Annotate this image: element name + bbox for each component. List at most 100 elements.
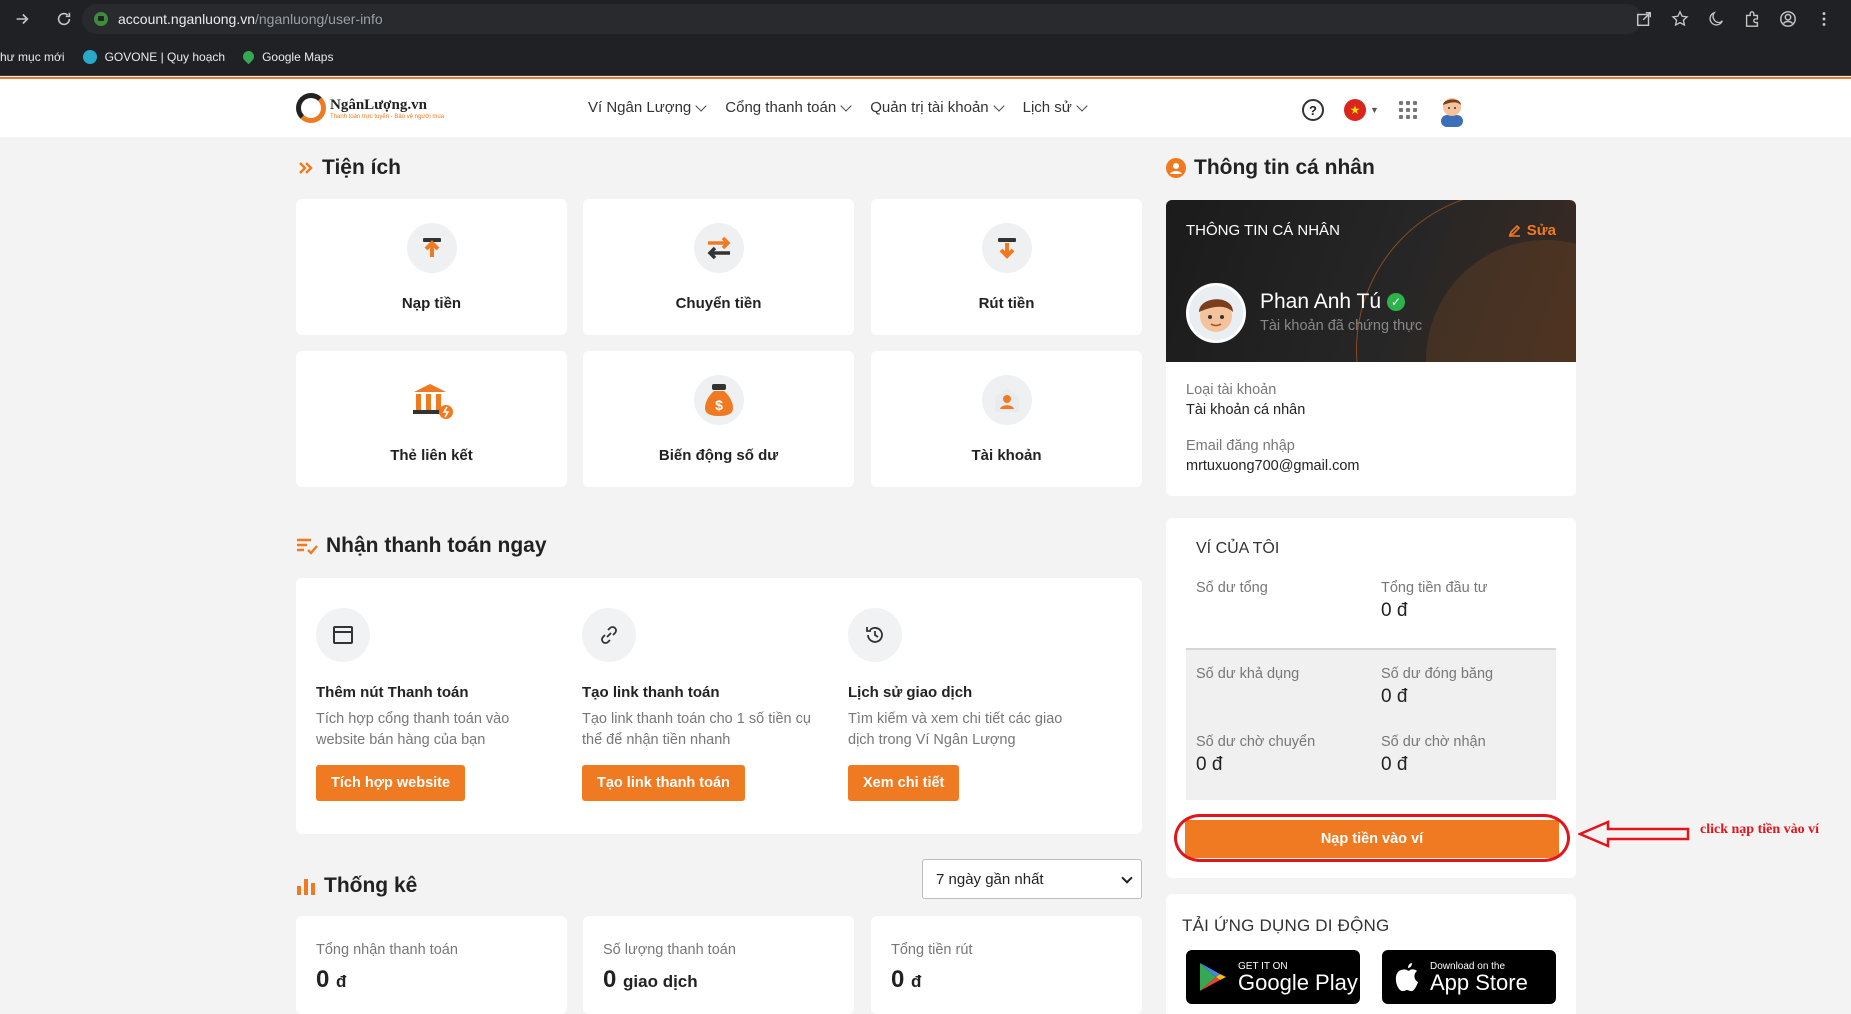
history-icon bbox=[848, 608, 902, 662]
google-play-icon bbox=[1200, 963, 1226, 991]
receive-item-title: Tạo link thanh toán bbox=[582, 684, 720, 701]
receive-item-add-button: Thêm nút Thanh toán Tích hợp cổng thanh … bbox=[316, 608, 556, 801]
utilities-title: Tiện ích bbox=[298, 156, 401, 180]
email-label: Email đăng nhập bbox=[1186, 438, 1295, 454]
profile-avatar bbox=[1186, 283, 1246, 343]
nganluong-logo[interactable]: NgânLượng.vn Thanh toán trực tuyến - Bảo… bbox=[296, 93, 444, 123]
browser-window-icon bbox=[316, 608, 370, 662]
receive-item-desc: Tạo link thanh toán cho 1 số tiền cụ thể… bbox=[582, 711, 811, 748]
apps-grid-icon[interactable] bbox=[1398, 101, 1417, 119]
wallet-title: VÍ CỦA TÔI bbox=[1196, 540, 1280, 557]
user-avatar[interactable] bbox=[1437, 93, 1467, 127]
site-header: NgânLượng.vn Thanh toán trực tuyến - Bảo… bbox=[0, 77, 1851, 137]
withdraw-icon bbox=[981, 223, 1032, 273]
logo-name: NgânLượng.vn bbox=[330, 97, 427, 113]
logo-mark-icon bbox=[296, 93, 326, 123]
profile-icon[interactable] bbox=[1779, 10, 1797, 28]
bookmark-google-maps[interactable]: Google Maps bbox=[240, 48, 333, 65]
stat-card-payment-count: Số lượng thanh toán 0 giao dịch bbox=[583, 916, 854, 1014]
menu-lich-su[interactable]: Lịch sử bbox=[1023, 99, 1088, 116]
share-icon[interactable] bbox=[1635, 10, 1653, 28]
total-balance-label: Số dư tổng bbox=[1196, 580, 1268, 596]
pending-out-label: Số dư chờ chuyển bbox=[1196, 734, 1316, 750]
receive-item-desc: Tìm kiếm và xem chi tiết các giao dịch t… bbox=[848, 711, 1063, 748]
email-value: mrtuxuong700@gmail.com bbox=[1186, 458, 1360, 474]
list-check-icon bbox=[297, 538, 318, 555]
url-host: account.nganluong.vn bbox=[118, 11, 255, 27]
app-store-badge[interactable]: Download on the App Store bbox=[1382, 950, 1556, 1004]
chevron-down-icon bbox=[992, 99, 1005, 112]
receive-payment-card: Thêm nút Thanh toán Tích hợp cổng thanh … bbox=[296, 578, 1142, 834]
annotation-text: click nạp tiền vào ví bbox=[1700, 822, 1820, 837]
pending-in-value: 0 đ bbox=[1381, 754, 1408, 775]
bookmark-govone[interactable]: GOVONE | Quy hoạch bbox=[82, 49, 225, 64]
vietnam-flag-icon: ★ bbox=[1344, 99, 1366, 121]
lock-icon bbox=[94, 12, 108, 26]
frozen-balance-label: Số dư đóng băng bbox=[1381, 666, 1494, 682]
google-play-badge[interactable]: GET IT ON Google Play bbox=[1186, 950, 1360, 1004]
frozen-balance-value: 0 đ bbox=[1381, 686, 1408, 707]
receive-item-title: Lịch sử giao dịch bbox=[848, 684, 973, 701]
annotation-arrow-icon bbox=[1578, 820, 1690, 848]
star-icon[interactable] bbox=[1671, 10, 1689, 28]
menu-vi-ngan-luong[interactable]: Ví Ngân Lượng bbox=[588, 99, 707, 116]
create-link-button[interactable]: Tạo link thanh toán bbox=[582, 765, 745, 801]
chevron-down-icon bbox=[695, 99, 707, 112]
moon-icon[interactable] bbox=[1707, 10, 1725, 28]
receive-item-create-link: Tạo link thanh toán Tạo link thanh toán … bbox=[582, 608, 822, 801]
pencil-icon bbox=[1508, 224, 1520, 237]
invest-label: Tổng tiền đầu tư bbox=[1381, 580, 1488, 596]
menu-cong-thanh-toan[interactable]: Cổng thanh toán bbox=[725, 99, 852, 116]
profile-status: Tài khoản đã chứng thực bbox=[1260, 318, 1423, 334]
reload-icon[interactable] bbox=[52, 7, 76, 31]
bar-chart-icon bbox=[297, 879, 315, 895]
account-info-card: Loại tài khoản Tài khoản cá nhân Email đ… bbox=[1166, 362, 1576, 496]
period-select[interactable]: 7 ngày gần nhất bbox=[922, 859, 1142, 899]
svg-text:$: $ bbox=[715, 397, 723, 413]
tile-tai-khoan[interactable]: Tài khoản bbox=[871, 351, 1142, 487]
receive-payment-title: Nhận thanh toán ngay bbox=[296, 534, 547, 558]
pending-out-value: 0 đ bbox=[1196, 754, 1223, 775]
apple-icon bbox=[1395, 963, 1418, 992]
forward-icon[interactable] bbox=[10, 7, 34, 31]
bookmark-folder[interactable]: hư mục mới bbox=[0, 50, 65, 64]
receive-item-history: Lịch sử giao dịch Tìm kiếm và xem chi ti… bbox=[848, 608, 1088, 801]
mobile-app-card: TẢI ỨNG DỤNG DI ĐỘNG GET IT ON Google Pl… bbox=[1166, 894, 1576, 1014]
view-details-button[interactable]: Xem chi tiết bbox=[848, 765, 960, 801]
menu-dots-icon[interactable] bbox=[1815, 10, 1833, 28]
account-type-label: Loại tài khoản bbox=[1186, 382, 1277, 398]
transfer-icon bbox=[693, 223, 744, 273]
chevron-down-icon bbox=[1121, 872, 1133, 884]
account-type-value: Tài khoản cá nhân bbox=[1186, 402, 1306, 418]
language-selector[interactable]: ★ ▼ bbox=[1344, 99, 1379, 121]
annotation-highlight-ring bbox=[1174, 814, 1570, 862]
tile-nap-tien[interactable]: Nạp tiền bbox=[296, 199, 567, 335]
extensions-icon[interactable] bbox=[1743, 10, 1761, 28]
caret-down-icon: ▼ bbox=[1370, 105, 1379, 115]
address-bar[interactable]: account.nganluong.vn /nganluong/user-inf… bbox=[82, 4, 1642, 34]
pending-in-label: Số dư chờ nhận bbox=[1381, 734, 1486, 750]
tile-the-lien-ket[interactable]: Thẻ liên kết bbox=[296, 351, 567, 487]
profile-section-title: Thông tin cá nhân bbox=[1166, 156, 1375, 180]
edit-profile-button[interactable]: Sửa bbox=[1508, 222, 1556, 239]
help-icon[interactable]: ? bbox=[1302, 99, 1324, 121]
profile-name: Phan Anh Tú ✓ bbox=[1260, 290, 1406, 314]
link-icon bbox=[582, 608, 636, 662]
maps-pin-icon bbox=[240, 48, 257, 65]
invest-value: 0 đ bbox=[1381, 600, 1408, 621]
url-path: /nganluong/user-info bbox=[255, 11, 383, 27]
integrate-website-button[interactable]: Tích hợp website bbox=[316, 765, 466, 801]
browser-toolbar: account.nganluong.vn /nganluong/user-inf… bbox=[0, 0, 1851, 38]
chevron-down-icon bbox=[1076, 99, 1088, 112]
menu-quan-tri-tai-khoan[interactable]: Quản trị tài khoản bbox=[870, 99, 1005, 116]
receive-item-desc: Tích hợp cổng thanh toán vào website bán… bbox=[316, 711, 510, 748]
double-chevron-icon bbox=[299, 162, 313, 174]
main-menu: Ví Ngân Lượng Cổng thanh toán Quản trị t… bbox=[588, 99, 1088, 116]
tile-bien-dong-so-du[interactable]: $ Biến động số dư bbox=[583, 351, 854, 487]
tile-chuyen-tien[interactable]: Chuyển tiền bbox=[583, 199, 854, 335]
tile-rut-tien[interactable]: Rút tiền bbox=[871, 199, 1142, 335]
available-balance-label: Số dư khả dụng bbox=[1196, 666, 1300, 682]
deposit-icon bbox=[406, 223, 457, 273]
user-circle-icon bbox=[1166, 158, 1186, 178]
stat-card-total-withdrawn: Tổng tiền rút 0 đ bbox=[871, 916, 1142, 1014]
